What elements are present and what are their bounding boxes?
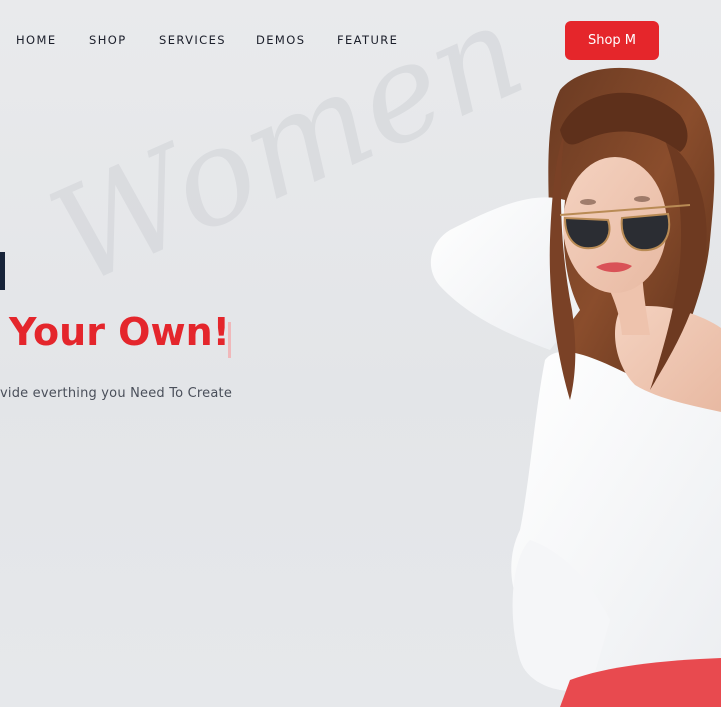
hero-heading-fragment xyxy=(0,252,5,290)
nav-demos-link[interactable]: DEMOS xyxy=(256,33,305,47)
nav-feature-link[interactable]: FEATURE xyxy=(337,33,398,47)
shop-now-button[interactable]: Shop M xyxy=(565,21,659,60)
woman-in-sunglasses-image xyxy=(430,67,721,707)
nav-services-link[interactable]: SERVICES xyxy=(159,33,226,47)
nav-home-link[interactable]: HOME xyxy=(16,33,57,47)
hero-subtitle: vide everthing you Need To Create xyxy=(0,386,233,401)
hero-title: Your Own! xyxy=(9,310,230,354)
nav-shop-link[interactable]: SHOP xyxy=(89,33,127,47)
typing-caret xyxy=(228,322,231,358)
